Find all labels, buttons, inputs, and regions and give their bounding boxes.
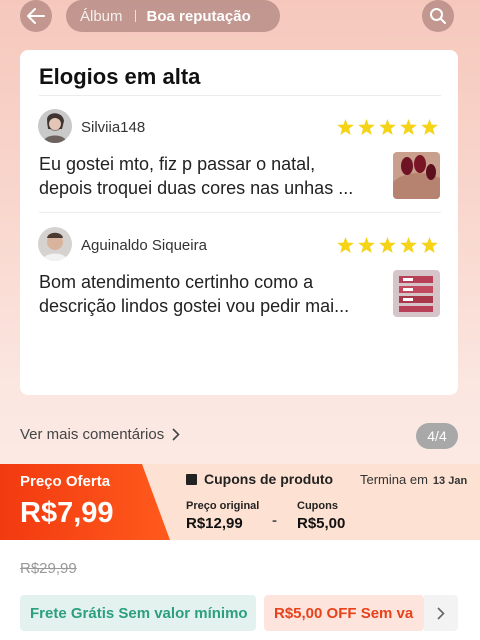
review-photo[interactable] (393, 152, 440, 199)
offer-label: Preço Oferta (20, 473, 111, 490)
see-more-comments-link[interactable]: Ver mais comentários (20, 426, 180, 443)
star-icon (358, 237, 375, 253)
ends-in: Termina em 13 Jan (360, 472, 467, 487)
avatar (38, 109, 72, 143)
section-title: Elogios em alta (39, 64, 201, 89)
chevron-right-icon (172, 428, 180, 441)
avatar (38, 227, 72, 261)
review-photo[interactable] (393, 270, 440, 317)
top-bar: Álbum Boa reputação (0, 0, 480, 34)
star-icon (421, 237, 438, 253)
ends-label: Termina em (360, 472, 428, 487)
arrow-left-icon (27, 8, 45, 24)
free-shipping-badge[interactable]: Frete Grátis Sem valor mínimo (20, 595, 256, 631)
review-item[interactable]: Silviia148 Eu gostei mto, fiz p passar o… (20, 96, 458, 206)
review-text-line: depois troquei duas cores nas unhas ... (39, 178, 354, 198)
star-icon (379, 237, 396, 253)
see-more-label: Ver mais comentários (20, 426, 165, 443)
star-icon (379, 119, 396, 135)
discount-badge[interactable]: R$5,00 OFF Sem va (264, 595, 424, 631)
review-text-line: Eu gostei mto, fiz p passar o natal, (39, 154, 316, 174)
tab-reputation[interactable]: Boa reputação (147, 8, 251, 25)
old-price: R$29,99 (20, 560, 77, 577)
review-username: Silviia148 (81, 119, 146, 136)
review-text-line: descrição lindos gostei vou pedir mai... (39, 296, 350, 316)
tab-divider (134, 10, 136, 22)
offer-panel: Preço Oferta R$7,99 (0, 464, 170, 540)
coupons-value: R$5,00 (297, 515, 346, 532)
tab-album[interactable]: Álbum (66, 8, 123, 25)
review-text-line: Bom atendimento certinho como a (39, 272, 314, 292)
original-price-value: R$12,99 (186, 515, 243, 532)
ends-date: 13 Jan (432, 475, 468, 487)
coupon-ticket-icon (186, 473, 197, 485)
back-button[interactable] (20, 0, 52, 32)
star-icon (400, 237, 417, 253)
product-info: R$29,99 Frete Grátis Sem valor mínimo R$… (0, 540, 480, 640)
star-icon (337, 119, 354, 135)
review-text: Bom atendimento certinho como a descriçã… (39, 270, 384, 318)
review-username: Aguinaldo Siqueira (81, 237, 207, 254)
coupons-label: Cupons (297, 500, 338, 512)
star-icon (337, 237, 354, 253)
search-button[interactable] (422, 0, 454, 32)
review-text: Eu gostei mto, fiz p passar o natal, dep… (39, 152, 384, 200)
offer-price: R$7,99 (20, 497, 114, 529)
star-icon (358, 119, 375, 135)
promo-next-button[interactable] (424, 595, 458, 631)
review-item[interactable]: Aguinaldo Siqueira Bom atendimento certi… (20, 214, 458, 324)
image-pager: 4/4 (416, 423, 458, 449)
divider (39, 212, 441, 213)
search-icon (430, 8, 446, 24)
star-rating (337, 237, 438, 253)
chevron-right-icon (437, 606, 445, 620)
star-icon (400, 119, 417, 135)
star-icon (421, 119, 438, 135)
view-switcher: Álbum Boa reputação (66, 0, 280, 32)
minus-sign: - (272, 512, 277, 529)
star-rating (337, 119, 438, 135)
coupons-title: Cupons de produto (186, 471, 333, 487)
praise-card: Elogios em alta Silviia148 Eu gostei mto… (20, 50, 458, 395)
coupons-title-label: Cupons de produto (204, 471, 334, 487)
original-price-label: Preço original (186, 500, 260, 512)
